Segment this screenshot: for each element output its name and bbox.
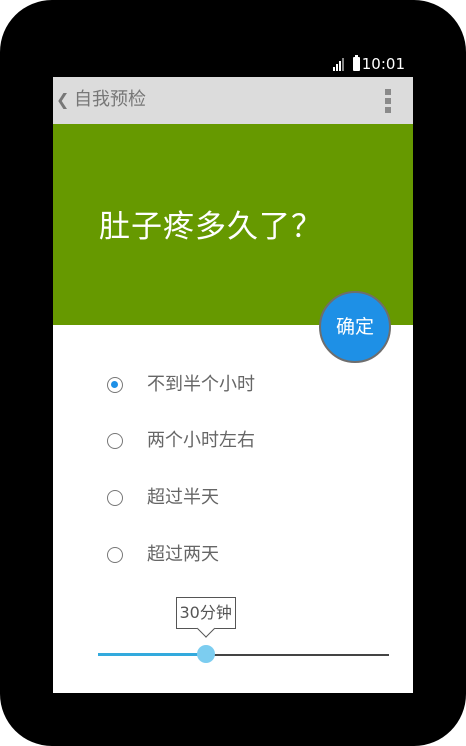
option-item[interactable]: 超过半天 — [107, 485, 367, 515]
option-item[interactable]: 超过两天 — [107, 542, 367, 572]
signal-icon — [333, 58, 344, 71]
confirm-button[interactable]: 确定 — [319, 291, 391, 363]
battery-icon — [353, 55, 360, 71]
option-item[interactable]: 不到半个小时 — [107, 372, 367, 402]
option-label: 超过两天 — [147, 544, 219, 565]
radio-button[interactable] — [107, 547, 123, 563]
app-bar: ❮ 自我预检 — [53, 77, 413, 124]
option-label: 两个小时左右 — [147, 430, 255, 451]
slider-thumb[interactable] — [196, 645, 215, 663]
more-vert-icon[interactable] — [385, 89, 391, 113]
option-label: 不到半个小时 — [147, 374, 255, 395]
radio-button[interactable] — [107, 490, 123, 506]
chevron-left-icon[interactable]: ❮ — [56, 90, 69, 110]
screen: 10:01 ❮ 自我预检 肚子疼多久了？ 确定 不到半个小时 两个小时左右 超过… — [53, 52, 413, 693]
duration-slider[interactable] — [98, 645, 389, 663]
option-item[interactable]: 两个小时左右 — [107, 428, 367, 458]
app-title[interactable]: 自我预检 — [74, 89, 146, 111]
radio-button[interactable] — [107, 377, 123, 393]
option-label: 超过半天 — [147, 487, 219, 508]
device-frame: 10:01 ❮ 自我预检 肚子疼多久了？ 确定 不到半个小时 两个小时左右 超过… — [0, 0, 466, 746]
slider-fill — [98, 653, 206, 656]
status-time: 10:01 — [361, 55, 405, 73]
status-bar: 10:01 — [53, 52, 413, 77]
question-text: 肚子疼多久了？ — [99, 209, 323, 245]
radio-button[interactable] — [107, 433, 123, 449]
slider-tooltip: 30分钟 — [175, 597, 236, 629]
